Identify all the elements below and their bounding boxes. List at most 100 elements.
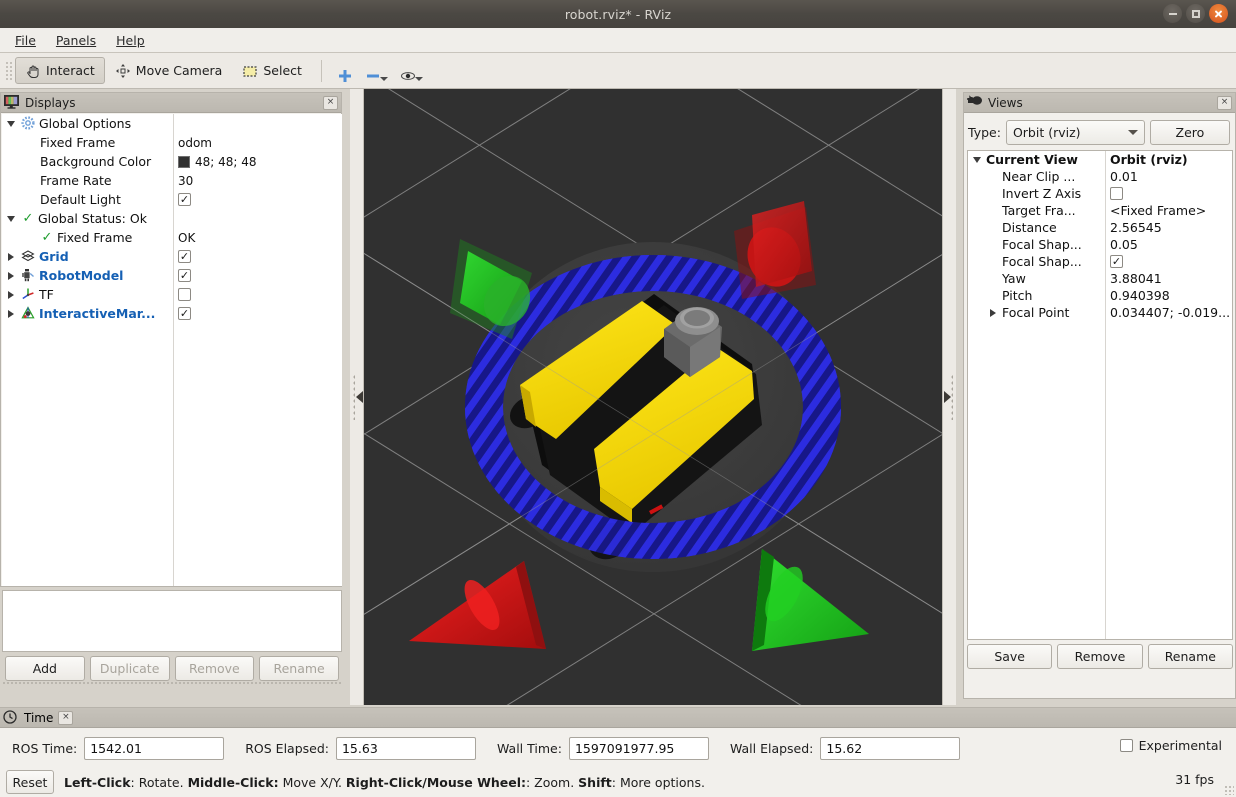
display-row-value-cell[interactable]: odom — [173, 136, 342, 150]
color-swatch[interactable] — [178, 155, 190, 168]
views-column-separator[interactable] — [1105, 151, 1106, 639]
duplicate-display-button: Duplicate — [89, 656, 170, 681]
display-row-default-light[interactable]: Default Light ✓ — [2, 190, 342, 209]
displays-splitter-handle[interactable] — [1, 679, 343, 685]
expander-right-icon[interactable] — [4, 288, 18, 302]
menu-item-help[interactable]: Help — [107, 30, 154, 51]
reset-button[interactable]: Reset — [6, 770, 54, 794]
view-row-value-cell[interactable]: 3.88041 — [1105, 271, 1232, 286]
view-row-focal-point[interactable]: Focal Point 0.034407; -0.019... — [968, 304, 1232, 321]
view-row-target-fra[interactable]: Target Fra... <Fixed Frame> — [968, 202, 1232, 219]
view-property-checkbox[interactable] — [1110, 187, 1123, 200]
window-resize-grip[interactable] — [1224, 785, 1234, 795]
view-type-select[interactable]: Orbit (rviz) — [1005, 119, 1145, 145]
close-icon[interactable] — [1209, 4, 1228, 23]
save-view-button[interactable]: Save — [967, 644, 1053, 669]
display-row-background-color[interactable]: Background Color 48; 48; 48 — [2, 152, 342, 171]
displays-tree[interactable]: Global Options Fixed Frame odom Background … — [2, 114, 342, 586]
views-tree[interactable]: Current View Orbit (rviz) Near Clip ... 0.0… — [967, 150, 1233, 640]
expander-down-icon[interactable] — [4, 212, 18, 226]
remove-tool-button[interactable] — [359, 57, 394, 84]
view-row-value-cell[interactable]: <Fixed Frame> — [1105, 203, 1232, 218]
view-row-value-cell[interactable]: 2.56545 — [1105, 220, 1232, 235]
view-row-focal-shap[interactable]: Focal Shap... 0.05 — [968, 236, 1232, 253]
select-tool-button[interactable]: Select — [232, 57, 312, 84]
view-row-value-cell[interactable]: Orbit (rviz) — [1105, 152, 1232, 167]
view-row-value-cell[interactable]: 0.05 — [1105, 237, 1232, 252]
display-row-value-cell[interactable]: ✓ — [173, 269, 342, 282]
3d-render-view[interactable] — [364, 89, 942, 705]
displays-panel-close-icon[interactable]: × — [323, 95, 338, 110]
display-enable-checkbox[interactable]: ✓ — [178, 193, 191, 206]
display-row-global-options[interactable]: Global Options — [2, 114, 342, 133]
wall-elapsed-input[interactable]: 15.62 — [820, 736, 961, 760]
focus-camera-tool-button[interactable] — [394, 57, 429, 84]
expander-right-icon[interactable] — [986, 306, 1000, 320]
move-camera-tool-button[interactable]: Move Camera — [105, 57, 233, 84]
view-row-value-cell[interactable]: 0.034407; -0.019... — [1105, 305, 1232, 320]
view-row-value-cell[interactable]: 0.01 — [1105, 169, 1232, 184]
ros-time-input[interactable]: 1542.01 — [84, 736, 225, 760]
display-row-value-cell[interactable]: ✓ — [173, 250, 342, 263]
interact-tool-button[interactable]: Interact — [15, 57, 105, 84]
wall-time-input[interactable]: 1597091977.95 — [568, 736, 709, 760]
display-row-robotmodel[interactable]: RobotModel ✓ — [2, 266, 342, 285]
display-row-grid[interactable]: Grid ✓ — [2, 247, 342, 266]
right-panel-collapse-handle[interactable] — [942, 89, 956, 705]
display-row-interactivemar[interactable]: InteractiveMar... ✓ — [2, 304, 342, 323]
display-row-value-cell[interactable]: ✓ — [173, 193, 342, 206]
time-panel-close-icon[interactable]: × — [58, 710, 74, 725]
display-enable-checkbox[interactable] — [178, 288, 191, 301]
view-row-near-clip[interactable]: Near Clip ... 0.01 — [968, 168, 1232, 185]
display-row-value-cell[interactable] — [173, 288, 342, 301]
display-enable-checkbox[interactable]: ✓ — [178, 269, 191, 282]
display-enable-checkbox[interactable]: ✓ — [178, 250, 191, 263]
display-enable-checkbox[interactable]: ✓ — [178, 307, 191, 320]
add-tool-button[interactable] — [331, 57, 359, 84]
focus-tool-chevron-down-icon[interactable] — [414, 77, 423, 81]
expander-down-icon[interactable] — [4, 117, 18, 131]
status-bar: Reset Left-Click: Rotate. Middle-Click: … — [0, 766, 1236, 797]
view-row-distance[interactable]: Distance 2.56545 — [968, 219, 1232, 236]
view-row-value: <Fixed Frame> — [1110, 203, 1207, 218]
display-row-fixed-frame[interactable]: ✓ Fixed Frame OK — [2, 228, 342, 247]
zero-button[interactable]: Zero — [1149, 119, 1230, 145]
expander-right-icon[interactable] — [4, 250, 18, 264]
view-row-value-cell[interactable] — [1105, 187, 1232, 200]
rename-view-button[interactable]: Rename — [1147, 644, 1233, 669]
view-row-value-cell[interactable]: ✓ — [1105, 255, 1232, 268]
view-row-invert-z-axis[interactable]: Invert Z Axis — [968, 185, 1232, 202]
display-row-global-status-ok[interactable]: ✓ Global Status: Ok — [2, 209, 342, 228]
expander-down-icon[interactable] — [970, 153, 984, 167]
toolbar-drag-handle[interactable] — [4, 59, 12, 82]
views-panel-close-icon[interactable]: × — [1217, 95, 1232, 110]
view-property-checkbox[interactable]: ✓ — [1110, 255, 1123, 268]
expander-placeholder — [986, 255, 1000, 269]
maximize-icon[interactable] — [1186, 4, 1205, 23]
display-row-value-cell[interactable]: OK — [173, 231, 342, 245]
display-row-value-cell[interactable]: 48; 48; 48 — [173, 155, 342, 169]
expander-right-icon[interactable] — [4, 307, 18, 321]
chevron-right-icon — [943, 391, 951, 403]
view-row-current-view[interactable]: Current View Orbit (rviz) — [968, 151, 1232, 168]
display-row-value-cell[interactable]: ✓ — [173, 307, 342, 320]
remove-tool-chevron-down-icon[interactable] — [379, 77, 388, 81]
view-row-value-cell[interactable]: 0.940398 — [1105, 288, 1232, 303]
menu-item-panels[interactable]: Panels — [47, 30, 105, 51]
add-display-button[interactable]: Add — [5, 656, 85, 681]
display-row-tf[interactable]: TF — [2, 285, 342, 304]
experimental-toggle[interactable]: Experimental — [1119, 738, 1222, 753]
experimental-checkbox[interactable] — [1119, 739, 1133, 752]
view-row-pitch[interactable]: Pitch 0.940398 — [968, 287, 1232, 304]
display-row-fixed-frame[interactable]: Fixed Frame odom — [2, 133, 342, 152]
left-panel-collapse-handle[interactable] — [350, 89, 364, 705]
remove-view-button[interactable]: Remove — [1057, 644, 1143, 669]
menu-item-file[interactable]: File — [6, 30, 45, 51]
view-row-yaw[interactable]: Yaw 3.88041 — [968, 270, 1232, 287]
display-row-frame-rate[interactable]: Frame Rate 30 — [2, 171, 342, 190]
view-row-focal-shap[interactable]: Focal Shap... ✓ — [968, 253, 1232, 270]
minimize-icon[interactable] — [1163, 4, 1182, 23]
ros-elapsed-input[interactable]: 15.63 — [335, 736, 476, 760]
display-row-value-cell[interactable]: 30 — [173, 174, 342, 188]
expander-right-icon[interactable] — [4, 269, 18, 283]
